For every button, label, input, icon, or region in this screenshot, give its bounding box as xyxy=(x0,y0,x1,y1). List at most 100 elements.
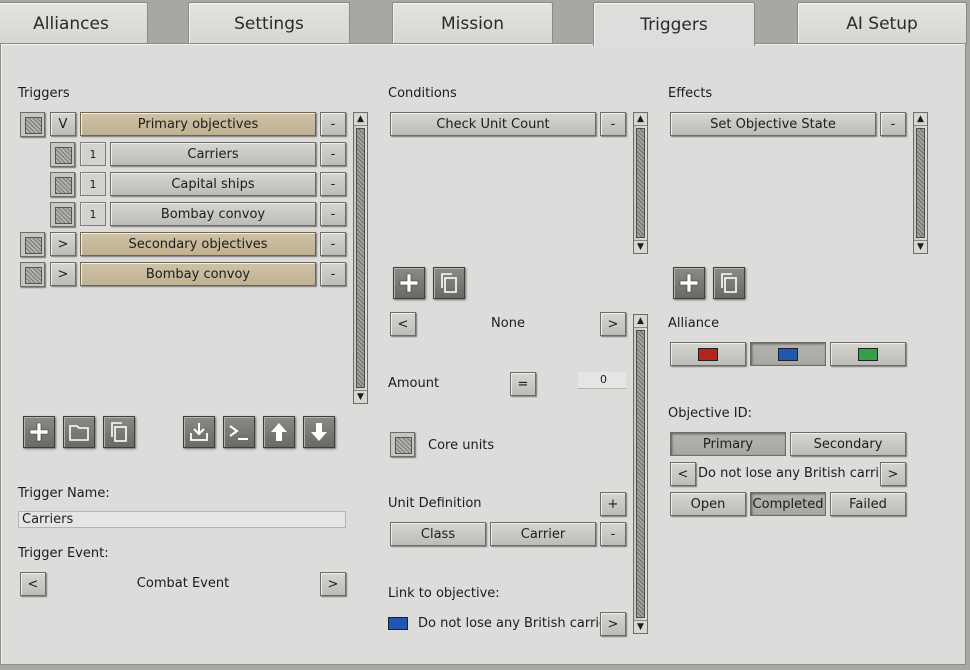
trigger-item-capital-ships[interactable]: Capital ships xyxy=(110,172,316,196)
condition-selector-value: None xyxy=(491,316,525,331)
remove-trigger-button[interactable]: - xyxy=(320,142,346,166)
objective-value: Do not lose any British carriers xyxy=(698,466,878,481)
alliance-label: Alliance xyxy=(668,316,720,331)
conditions-heading: Conditions xyxy=(388,86,457,101)
objective-next-button[interactable]: > xyxy=(880,462,906,486)
trigger-checkbox[interactable] xyxy=(50,142,75,167)
scroll-thumb[interactable] xyxy=(636,128,645,238)
tab-label: AI Setup xyxy=(846,13,918,34)
remove-trigger-button[interactable]: - xyxy=(320,112,346,136)
arrow-down-icon[interactable] xyxy=(303,416,335,448)
unit-value-button[interactable]: Carrier xyxy=(490,522,596,546)
objective-prev-button[interactable]: < xyxy=(670,462,696,486)
trigger-checkbox[interactable] xyxy=(20,262,45,287)
remove-condition-button[interactable]: - xyxy=(600,112,626,136)
objective-color-swatch xyxy=(388,617,408,630)
link-objective-next-button[interactable]: > xyxy=(600,612,626,636)
remove-trigger-button[interactable]: - xyxy=(320,202,346,226)
remove-trigger-button[interactable]: - xyxy=(320,262,346,286)
scroll-thumb[interactable] xyxy=(916,128,925,238)
amount-operator-button[interactable]: = xyxy=(510,372,536,396)
scroll-down-arrow[interactable]: ▼ xyxy=(634,620,647,633)
copy-icon[interactable] xyxy=(713,267,745,299)
trigger-item-secondary-objectives[interactable]: Secondary objectives xyxy=(80,232,316,256)
amount-label: Amount xyxy=(388,376,440,391)
add-icon[interactable] xyxy=(673,267,705,299)
scroll-down-arrow[interactable]: ▼ xyxy=(634,240,647,253)
trigger-checkbox[interactable] xyxy=(20,112,45,137)
effects-scrollbar[interactable]: ▲ ▼ xyxy=(913,112,928,254)
tab-triggers[interactable]: Triggers xyxy=(593,2,755,46)
alliance-red-button[interactable] xyxy=(670,342,746,366)
import-icon[interactable] xyxy=(183,416,215,448)
add-unit-definition-button[interactable]: + xyxy=(600,492,626,516)
tab-mission[interactable]: Mission xyxy=(392,2,553,44)
trigger-checkbox[interactable] xyxy=(50,172,75,197)
state-failed-button[interactable]: Failed xyxy=(830,492,906,516)
trigger-item-primary-objectives[interactable]: Primary objectives xyxy=(80,112,316,136)
condition-item-check-unit-count[interactable]: Check Unit Count xyxy=(390,112,596,136)
expand-toggle-button[interactable]: V xyxy=(50,112,76,136)
add-icon[interactable] xyxy=(393,267,425,299)
trigger-checkbox[interactable] xyxy=(50,202,75,227)
arrow-up-icon[interactable] xyxy=(263,416,295,448)
scroll-up-arrow[interactable]: ▲ xyxy=(914,113,927,126)
triggers-scrollbar[interactable]: ▲ ▼ xyxy=(353,112,368,404)
expand-toggle-button[interactable]: > xyxy=(50,232,76,256)
objective-secondary-button[interactable]: Secondary xyxy=(790,432,906,456)
alliance-green-swatch xyxy=(858,347,878,361)
trigger-item-bombay-convoy-group[interactable]: Bombay convoy xyxy=(80,262,316,286)
condition-prev-button[interactable]: < xyxy=(390,312,416,336)
remove-trigger-button[interactable]: - xyxy=(320,172,346,196)
expand-toggle-button[interactable]: > xyxy=(50,262,76,286)
remove-unit-definition-button[interactable]: - xyxy=(600,522,626,546)
alliance-blue-button[interactable] xyxy=(750,342,826,366)
copy-icon[interactable] xyxy=(433,267,465,299)
effect-item-set-objective-state[interactable]: Set Objective State xyxy=(670,112,876,136)
core-units-label: Core units xyxy=(428,438,495,453)
tab-settings[interactable]: Settings xyxy=(188,2,350,44)
objective-primary-button[interactable]: Primary xyxy=(670,432,786,456)
add-icon[interactable] xyxy=(23,416,55,448)
link-to-objective-value: Do not lose any British carriers xyxy=(418,616,620,631)
alliance-blue-swatch xyxy=(778,347,798,361)
tab-label: Mission xyxy=(440,13,504,34)
console-icon[interactable] xyxy=(223,416,255,448)
objective-id-label: Objective ID: xyxy=(668,406,752,421)
trigger-count: 1 xyxy=(80,172,106,196)
trigger-checkbox[interactable] xyxy=(20,232,45,257)
scroll-up-arrow[interactable]: ▲ xyxy=(354,113,367,126)
scroll-down-arrow[interactable]: ▼ xyxy=(914,240,927,253)
amount-input[interactable]: 0 xyxy=(578,372,626,389)
copy-icon[interactable] xyxy=(103,416,135,448)
trigger-event-next-button[interactable]: > xyxy=(320,572,346,596)
tab-label: Alliances xyxy=(33,13,109,34)
trigger-event-prev-button[interactable]: < xyxy=(20,572,46,596)
trigger-name-label: Trigger Name: xyxy=(18,486,110,501)
scroll-down-arrow[interactable]: ▼ xyxy=(354,390,367,403)
trigger-event-value: Combat Event xyxy=(136,576,230,591)
core-units-checkbox[interactable] xyxy=(390,432,415,457)
trigger-count: 1 xyxy=(80,142,106,166)
remove-trigger-button[interactable]: - xyxy=(320,232,346,256)
state-open-button[interactable]: Open xyxy=(670,492,746,516)
condition-next-button[interactable]: > xyxy=(600,312,626,336)
conditions-detail-scrollbar[interactable]: ▲ ▼ xyxy=(633,314,648,634)
trigger-item-carriers[interactable]: Carriers xyxy=(110,142,316,166)
tab-alliances[interactable]: Alliances xyxy=(0,2,148,44)
scroll-up-arrow[interactable]: ▲ xyxy=(634,315,647,328)
scroll-up-arrow[interactable]: ▲ xyxy=(634,113,647,126)
alliance-green-button[interactable] xyxy=(830,342,906,366)
state-completed-button[interactable]: Completed xyxy=(750,492,826,516)
conditions-scrollbar[interactable]: ▲ ▼ xyxy=(633,112,648,254)
trigger-item-bombay-convoy[interactable]: Bombay convoy xyxy=(110,202,316,226)
scroll-thumb[interactable] xyxy=(636,330,645,618)
trigger-name-input[interactable]: Carriers xyxy=(18,511,346,528)
remove-effect-button[interactable]: - xyxy=(880,112,906,136)
tab-label: Settings xyxy=(234,13,304,34)
unit-definition-label: Unit Definition xyxy=(388,496,482,511)
tab-ai-setup[interactable]: AI Setup xyxy=(797,2,967,44)
unit-class-button[interactable]: Class xyxy=(390,522,486,546)
scroll-thumb[interactable] xyxy=(356,128,365,388)
folder-icon[interactable] xyxy=(63,416,95,448)
